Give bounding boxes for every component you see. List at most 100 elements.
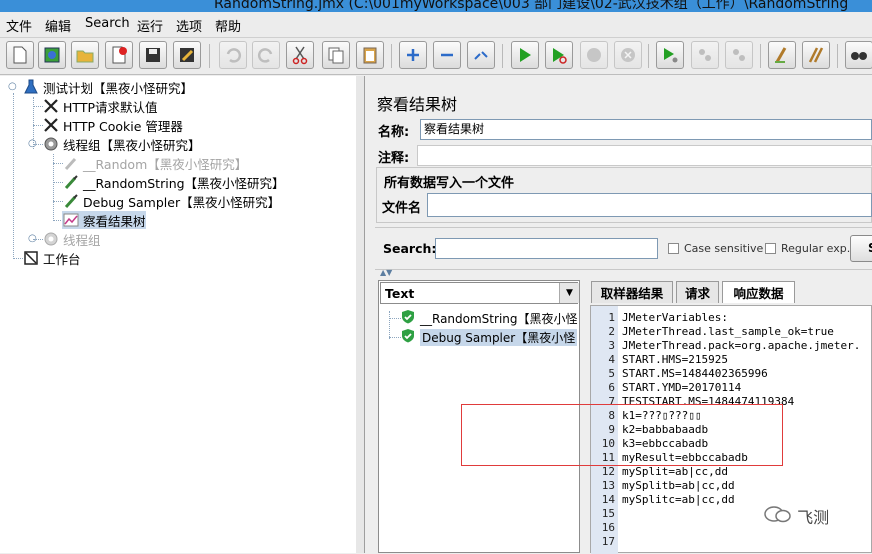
pipette-icon — [62, 193, 80, 209]
tree-toggle-icon[interactable]: ○ — [8, 81, 17, 92]
split-divider[interactable] — [356, 76, 364, 553]
toggle-icon[interactable] — [467, 41, 495, 69]
test-plan-tree: ○ ○ ○ 测试计划【黑夜小怪研究】 HTTP请求默认值 HTTP Cookie… — [0, 76, 357, 553]
filename-label: 文件名 — [382, 201, 422, 216]
menu-edit[interactable]: 编辑 — [45, 16, 71, 35]
save-icon[interactable] — [139, 41, 167, 69]
expand-icon[interactable] — [399, 41, 427, 69]
templates-icon[interactable] — [38, 41, 66, 69]
menu-search[interactable]: Search — [85, 16, 130, 31]
case-sensitive-checkbox[interactable] — [668, 243, 679, 254]
name-field[interactable]: 察看结果树 — [420, 119, 872, 140]
line-number: 1 — [608, 311, 615, 324]
response-line: JMeterVariables: — [622, 311, 728, 324]
write-file-title: 所有数据写入一个文件 — [384, 176, 515, 191]
undo-icon[interactable] — [219, 41, 247, 69]
open-icon[interactable] — [71, 41, 99, 69]
remote-clear-icon[interactable] — [725, 41, 753, 69]
result-item[interactable]: __RandomString【黑夜小怪 — [401, 309, 578, 327]
cut-icon[interactable] — [286, 41, 314, 69]
tree-toggle-icon[interactable]: ○ — [28, 233, 37, 244]
search-icon[interactable] — [845, 41, 872, 69]
watermark-text: 飞测 — [797, 508, 830, 527]
pipette-icon — [62, 155, 80, 171]
flask-icon — [22, 79, 40, 95]
collapse-icon[interactable] — [433, 41, 461, 69]
tree-item-label: Debug Sampler【黑夜小怪研究】 — [83, 194, 281, 210]
response-line: START.MS=1484402365996 — [622, 367, 768, 380]
result-item[interactable]: Debug Sampler【黑夜小怪 — [401, 328, 578, 346]
menu-help[interactable]: 帮助 — [215, 16, 241, 35]
renderer-select[interactable]: Text ▼ — [380, 282, 579, 304]
tree-item-http-defaults[interactable]: HTTP请求默认值 — [42, 97, 158, 115]
success-shield-icon — [401, 328, 415, 346]
save-screenshot-icon[interactable] — [173, 41, 201, 69]
search-input[interactable] — [435, 238, 658, 259]
paste-icon[interactable] — [356, 41, 384, 69]
tree-item-debug-sampler[interactable]: Debug Sampler【黑夜小怪研究】 — [62, 192, 280, 210]
filename-input[interactable] — [427, 193, 872, 217]
remote-start-icon[interactable] — [656, 41, 684, 69]
response-line: START.HMS=215925 — [622, 353, 728, 366]
tree-item-label: 测试计划【黑夜小怪研究】 — [43, 80, 194, 96]
tree-toggle-icon[interactable]: ○ — [28, 138, 37, 149]
tree-item-random[interactable]: __Random【黑夜小怪研究】 — [62, 154, 247, 172]
menu-options[interactable]: 选项 — [176, 16, 202, 35]
comment-label: 注释: — [378, 151, 410, 166]
result-item-label: __RandomString【黑夜小怪 — [420, 311, 578, 326]
menu-run[interactable]: 运行 — [137, 16, 163, 35]
clear-icon[interactable] — [768, 41, 796, 69]
tree-item-label: __RandomString【黑夜小怪研究】 — [83, 175, 285, 191]
line-number: 12 — [601, 465, 615, 478]
close-icon[interactable] — [105, 41, 133, 69]
stop-icon[interactable] — [580, 41, 608, 69]
response-line: START.YMD=20170114 — [622, 381, 742, 394]
regular-exp-checkbox[interactable] — [765, 243, 776, 254]
regular-exp-label: Regular exp. — [781, 242, 851, 255]
tree-item-view-results[interactable]: 察看结果树 — [62, 211, 146, 229]
tree-item-label: 线程组 — [63, 232, 101, 248]
tab-sampler-result[interactable]: 取样器结果 — [591, 281, 673, 303]
start-icon[interactable] — [511, 41, 539, 69]
name-label: 名称: — [378, 125, 410, 140]
line-number: 2 — [608, 325, 615, 338]
line-number: 4 — [608, 353, 615, 366]
menu-file[interactable]: 文件 — [6, 16, 32, 35]
line-number: 17 — [601, 535, 615, 548]
tab-response-data[interactable]: 响应数据 — [722, 281, 795, 303]
start-no-pauses-icon[interactable] — [545, 41, 573, 69]
line-number: 15 — [601, 507, 615, 520]
tree-item-label: HTTP请求默认值 — [63, 99, 158, 115]
response-line: mySplitc=ab|cc,dd — [622, 493, 735, 506]
line-number: 5 — [608, 367, 615, 380]
comment-field[interactable] — [417, 145, 872, 166]
shutdown-icon[interactable] — [614, 41, 642, 69]
response-line: JMeterThread.pack=org.apache.jmeter. — [622, 339, 861, 352]
tree-item-cookie-manager[interactable]: HTTP Cookie 管理器 — [42, 116, 183, 134]
window-title: RandomString.jmx (C:\001myWorkspace\003 … — [214, 0, 849, 12]
clear-all-icon[interactable] — [802, 41, 830, 69]
split-arrows-icon[interactable]: ▲▼ — [380, 268, 392, 277]
search-label: Search: — [383, 241, 437, 256]
tree-item-thread-group[interactable]: 线程组【黑夜小怪研究】 — [42, 135, 201, 153]
tree-item-thread-group-2[interactable]: 线程组 — [42, 230, 101, 248]
success-shield-icon — [401, 309, 415, 327]
tree-item-workbench[interactable]: 工作台 — [22, 249, 81, 267]
gear-icon — [42, 231, 60, 247]
new-icon[interactable] — [6, 41, 34, 69]
tree-item-test-plan[interactable]: 测试计划【黑夜小怪研究】 — [22, 78, 193, 96]
tree-item-randomstring[interactable]: __RandomString【黑夜小怪研究】 — [62, 173, 285, 191]
chevron-down-icon[interactable]: ▼ — [559, 283, 579, 303]
chart-icon — [62, 212, 80, 228]
line-number: 6 — [608, 381, 615, 394]
response-line: mySplit=ab|cc,dd — [622, 465, 728, 478]
line-number: 14 — [601, 493, 615, 506]
tab-request[interactable]: 请求 — [676, 281, 719, 303]
search-button[interactable]: S — [850, 235, 872, 262]
redo-icon[interactable] — [252, 41, 280, 69]
workbench-icon — [22, 250, 40, 266]
copy-icon[interactable] — [322, 41, 350, 69]
remote-stop-icon[interactable] — [691, 41, 719, 69]
response-line: mySplitb=ab|cc,dd — [622, 479, 735, 492]
line-number: 3 — [608, 339, 615, 352]
